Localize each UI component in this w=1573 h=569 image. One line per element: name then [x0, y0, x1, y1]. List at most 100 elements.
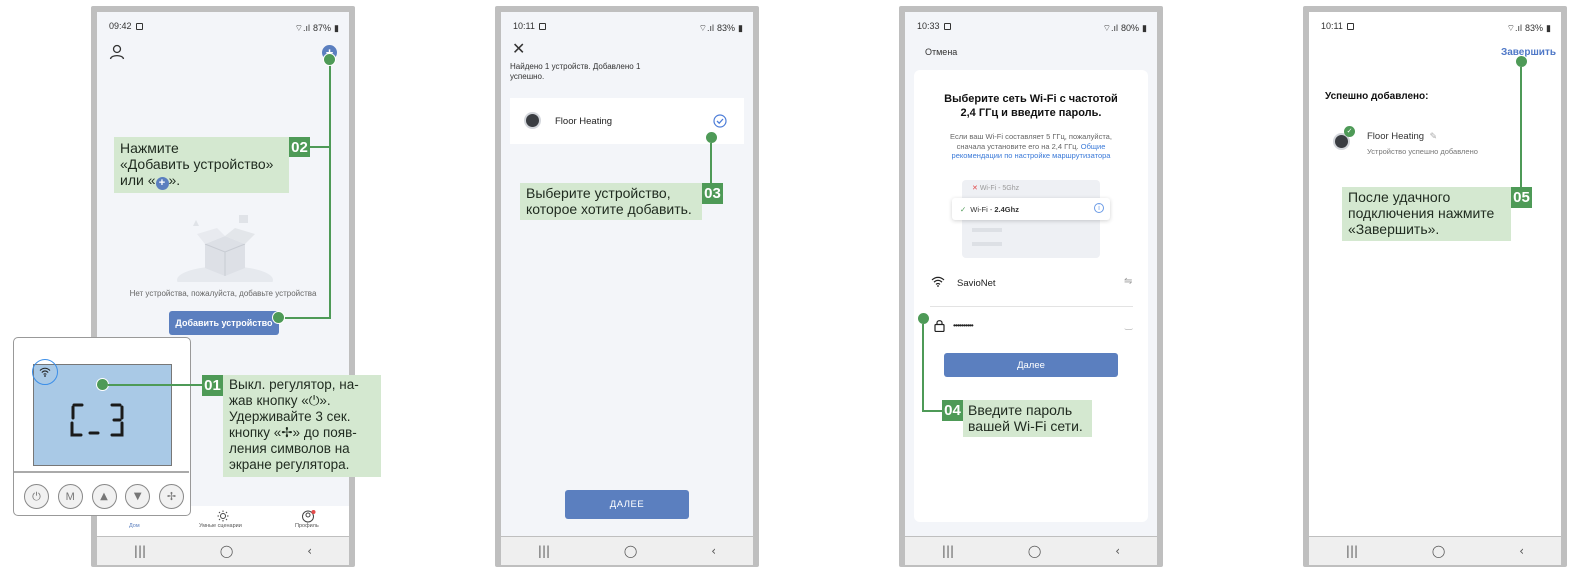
down-button[interactable]: ▼	[125, 484, 151, 509]
step-badge-01: 01	[202, 375, 223, 396]
found-devices-text: Найдено 1 устройств. Добавлено 1 успешно…	[510, 62, 641, 81]
device-status: Устройство успешно добавлено	[1367, 147, 1478, 156]
phone-screen-4: 10:11 ⌔.ıl 83% ▮ Завершить Успешно добавле…	[1303, 6, 1567, 567]
tab-smart-scenes[interactable]: Умные сценарии	[199, 523, 242, 529]
android-nav-bar: ||| ◯ ‹	[501, 537, 753, 565]
connector-02-bottom	[278, 317, 331, 319]
notification-icon	[135, 23, 143, 30]
edit-icon[interactable]: ✎	[1430, 131, 1438, 141]
recent-apps-icon[interactable]: |||	[1346, 544, 1358, 558]
profile-icon[interactable]	[109, 44, 125, 60]
recent-apps-icon[interactable]: |||	[134, 544, 146, 558]
battery-icon: ▮	[1142, 22, 1147, 33]
status-bar: 09:42 ⌔.ıl 87% ▮	[109, 21, 339, 35]
status-time: 10:11	[1321, 21, 1343, 31]
plus-circle-icon: +	[155, 177, 169, 190]
status-time: 10:11	[513, 21, 535, 31]
back-nav-icon[interactable]: ‹	[711, 544, 716, 558]
battery-level: 83%	[1525, 23, 1544, 33]
battery-icon: ▮	[738, 22, 743, 33]
empty-box-illustration	[177, 215, 273, 282]
thermostat-device-icon	[524, 112, 541, 129]
wifi-indicator-highlight	[32, 359, 58, 385]
cross-icon: ✕	[972, 185, 978, 192]
home-nav-icon[interactable]: ◯	[220, 544, 233, 558]
battery-level: 87%	[313, 23, 332, 33]
battery-level: 80%	[1121, 23, 1140, 33]
switch-network-icon[interactable]: ⇋	[1124, 276, 1132, 287]
notification-icon	[943, 23, 951, 30]
signal-icon: ⌔.ıl	[698, 22, 715, 33]
back-nav-icon[interactable]: ‹	[307, 544, 312, 558]
next-button[interactable]: ДАЛЕЕ	[565, 490, 689, 519]
phone-screen-2: 10:11 ⌔.ıl 83% ▮ ✕ Найдено 1 устройств. До…	[495, 6, 759, 567]
cancel-link[interactable]: Отмена	[925, 47, 957, 57]
router-guide-link[interactable]: Общие	[1081, 142, 1106, 151]
fan-button[interactable]: ✢	[159, 484, 184, 509]
connector-dot	[272, 311, 285, 324]
callout-step-01: Выкл. регулятор, на- жав кнопку «⏻». Уде…	[223, 375, 381, 477]
home-nav-icon[interactable]: ◯	[1432, 544, 1445, 558]
back-nav-icon[interactable]: ‹	[1115, 544, 1120, 558]
power-button[interactable]: ⏻	[24, 484, 49, 509]
connector-05-v	[1520, 67, 1522, 187]
tab-profile[interactable]: Профиль	[295, 523, 319, 529]
wifi-setup-screen: 10:33 ⌔.ıl 80% ▮ Отмена Выберите сеть Wi-F…	[905, 12, 1157, 536]
finish-button[interactable]: Завершить	[1501, 47, 1556, 58]
thermostat-device: ⏻ M ▲ ▼ ✢	[13, 337, 191, 516]
connector-03-v	[710, 143, 712, 183]
lock-icon	[934, 320, 945, 332]
recent-apps-icon[interactable]: |||	[942, 544, 954, 558]
mode-button[interactable]: M	[57, 484, 83, 509]
close-icon[interactable]: ✕	[512, 39, 525, 58]
home-nav-icon[interactable]: ◯	[624, 544, 637, 558]
callout-step-02: Нажмите «Добавить устройство» или «+».	[114, 137, 289, 193]
signal-icon: ⌔.ıl	[294, 22, 311, 33]
router-guide-link[interactable]: рекомендации по настройке маршрутизатора	[914, 151, 1148, 161]
success-screen: 10:11 ⌔.ıl 83% ▮ Завершить Успешно добавле…	[1309, 12, 1561, 536]
connector-01-h	[108, 384, 202, 386]
sun-icon[interactable]	[217, 510, 229, 522]
status-time: 10:33	[917, 21, 940, 31]
connector-02-v	[329, 59, 331, 318]
profile-tab-icon[interactable]	[302, 510, 316, 523]
signal-icon: ⌔.ıl	[1102, 22, 1119, 33]
check-circle-icon[interactable]	[713, 114, 727, 128]
wifi-5ghz-label: Wi-Fi - 5Ghz	[979, 185, 1020, 192]
next-button[interactable]: Далее	[944, 353, 1118, 377]
phone-screen-3: 10:33 ⌔.ıl 80% ▮ Отмена Выберите сеть Wi-F…	[899, 6, 1163, 567]
success-check-icon: ✓	[1344, 126, 1355, 137]
android-nav-bar: ||| ◯ ‹	[905, 537, 1157, 565]
wifi-24ghz-option: ✓ Wi-Fi - 2.4Ghz i	[952, 198, 1110, 220]
battery-level: 83%	[717, 23, 736, 33]
status-time: 09:42	[109, 21, 132, 31]
device-name-row: Floor Heating ✎	[1367, 131, 1437, 142]
empty-state-text: Нет устройства, пожалуйста, добавьте уст…	[129, 289, 317, 298]
notification-icon	[538, 23, 546, 30]
display-symbols	[70, 403, 124, 437]
back-nav-icon[interactable]: ‹	[1519, 544, 1524, 558]
notification-icon	[1346, 23, 1354, 30]
step-badge-05: 05	[1511, 187, 1532, 208]
step-badge-02: 02	[289, 137, 310, 157]
callout-step-04: Введите пароль вашей Wi-Fi сети.	[963, 400, 1092, 437]
home-nav-icon[interactable]: ◯	[1028, 544, 1041, 558]
device-found-screen: 10:11 ⌔.ıl 83% ▮ ✕ Найдено 1 устройств. До…	[501, 12, 753, 536]
ssid-name[interactable]: SavioNet	[957, 278, 996, 289]
connector-04-h	[922, 410, 942, 412]
wifi-icon	[39, 367, 51, 377]
add-device-button[interactable]: Добавить устройство	[169, 311, 279, 335]
android-nav-bar: ||| ◯ ‹	[1309, 537, 1561, 565]
step-badge-04: 04	[942, 400, 963, 421]
tab-home[interactable]: Дом	[129, 523, 140, 529]
eye-icon[interactable]: ‿	[1125, 320, 1132, 331]
status-bar: 10:11 ⌔.ıl 83% ▮	[513, 21, 743, 35]
callout-step-03: Выберите устройство, которое хотите доба…	[520, 183, 702, 220]
recent-apps-icon[interactable]: |||	[538, 544, 550, 558]
password-field[interactable]: ••••••••••	[953, 320, 974, 330]
info-icon: i	[1094, 203, 1104, 213]
up-button[interactable]: ▲	[91, 484, 117, 509]
success-title: Успешно добавлено:	[1325, 91, 1429, 102]
connector-dot	[323, 53, 336, 66]
connector-04-v	[922, 324, 924, 412]
